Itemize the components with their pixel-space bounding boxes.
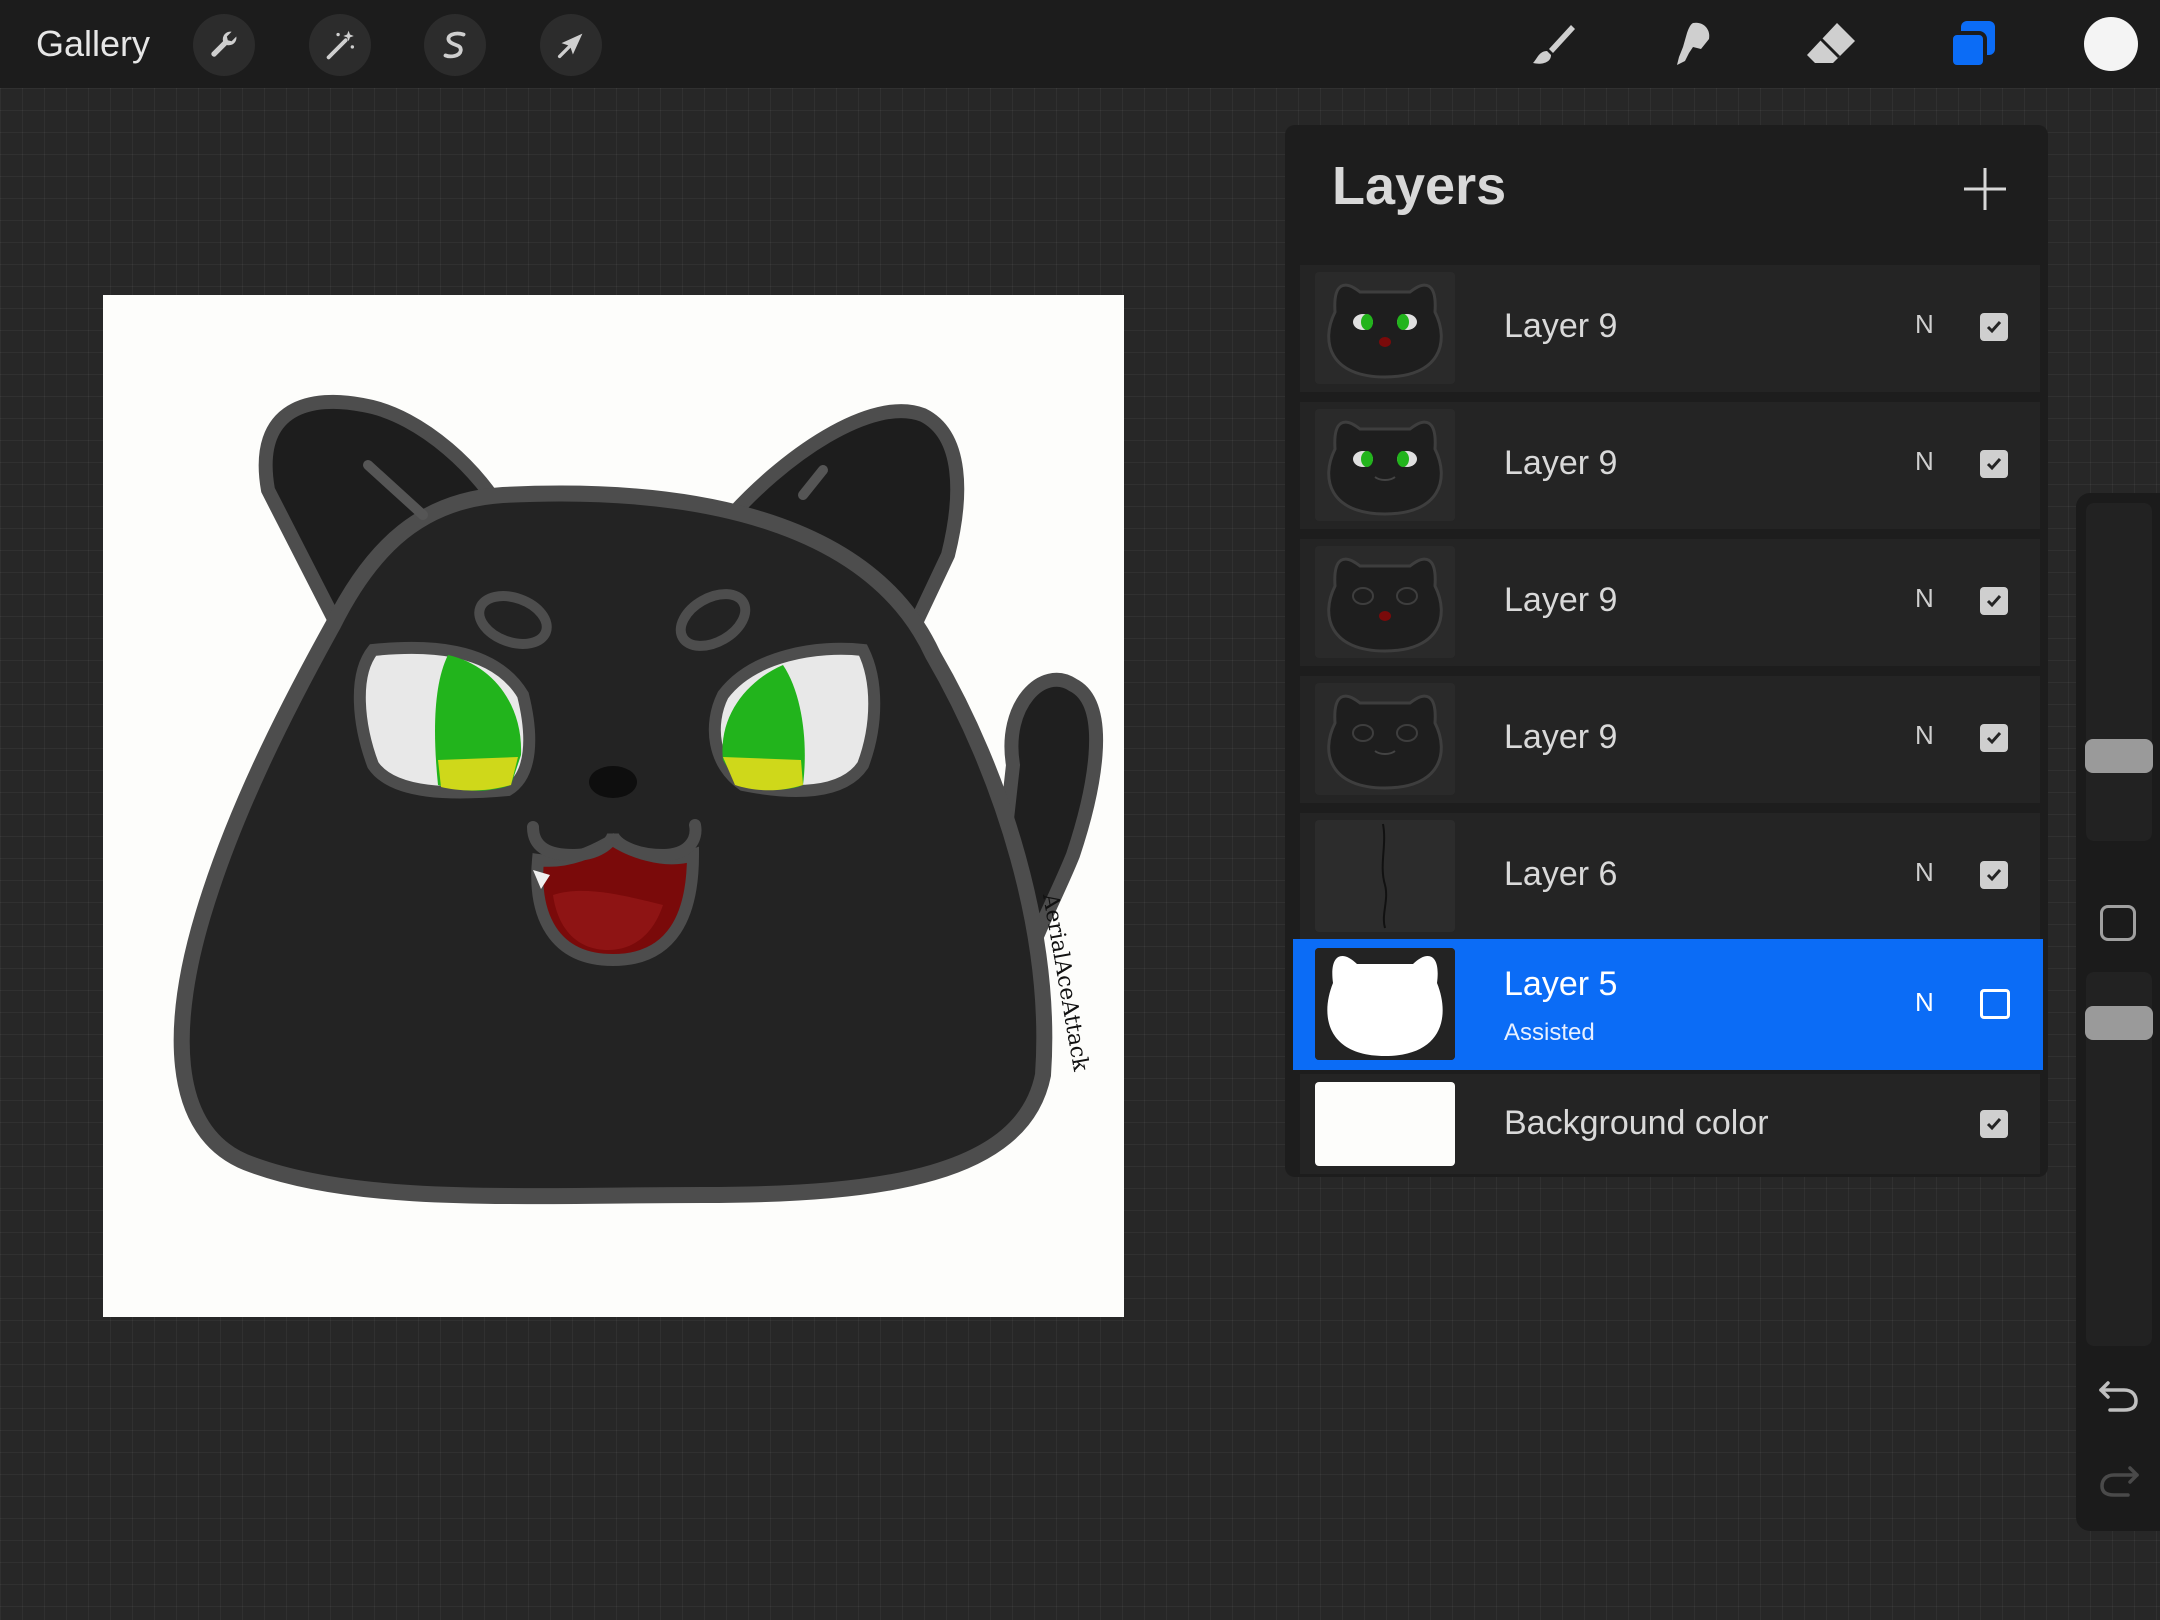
layer-row[interactable]: Layer 6 N (1300, 813, 2040, 940)
layer-thumbnail (1315, 409, 1455, 521)
layer-name: Layer 9 (1504, 581, 1618, 619)
transform-button[interactable] (540, 14, 602, 76)
smudge-button[interactable] (1658, 12, 1724, 78)
layer-subtitle: Assisted (1504, 1019, 1595, 1046)
layer-thumbnail (1315, 820, 1455, 932)
layer-name: Layer 9 (1504, 718, 1618, 756)
check-icon (1986, 732, 2002, 745)
layer-name: Background color (1504, 1104, 1769, 1142)
layers-panel: Layers Layer 9 N Layer 9 N Layer 9 N Lay… (1285, 125, 2048, 1177)
layer-thumbnail (1315, 546, 1455, 658)
blend-mode-button[interactable]: N (1915, 857, 1934, 888)
visibility-checkbox[interactable] (1980, 313, 2008, 341)
adjustments-button[interactable] (309, 14, 371, 76)
eraser-icon (1807, 23, 1855, 63)
check-icon (1986, 458, 2002, 471)
visibility-checkbox[interactable] (1980, 1110, 2008, 1138)
opacity-knob[interactable] (2085, 1006, 2153, 1040)
arrow-cursor-icon (557, 33, 583, 59)
layer-thumbnail (1315, 683, 1455, 795)
check-icon (1986, 1118, 2002, 1131)
top-toolbar: Gallery (0, 0, 2160, 88)
redo-icon[interactable] (2096, 1460, 2142, 1500)
layer-row[interactable]: Layer 9 N (1300, 265, 2040, 392)
eraser-button[interactable] (1798, 12, 1864, 78)
background-thumbnail (1315, 1082, 1455, 1166)
selection-button[interactable] (424, 14, 486, 76)
visibility-checkbox[interactable] (1980, 587, 2008, 615)
blend-mode-button[interactable]: N (1915, 583, 1934, 614)
brush-button[interactable] (1520, 12, 1586, 78)
layer-thumbnail (1315, 272, 1455, 384)
actions-button[interactable] (193, 14, 255, 76)
layers-title: Layers (1332, 156, 1507, 216)
brush-icon (1533, 25, 1575, 64)
undo-icon[interactable] (2096, 1375, 2142, 1415)
blend-mode-button[interactable]: N (1915, 987, 1934, 1018)
brush-size-slider[interactable] (2086, 503, 2152, 841)
modify-button[interactable] (2100, 905, 2136, 941)
artwork-canvas[interactable]: AerialAceAttack (103, 295, 1124, 1317)
layer-name: Layer 9 (1504, 307, 1618, 345)
blend-mode-button[interactable]: N (1915, 309, 1934, 340)
blend-mode-button[interactable]: N (1915, 446, 1934, 477)
layer-name: Layer 5 (1504, 965, 1618, 1003)
layer-name: Layer 9 (1504, 444, 1618, 482)
layer-row[interactable]: Layer 9 N (1300, 676, 2040, 803)
plus-icon[interactable] (1958, 162, 2012, 216)
wrench-icon (211, 31, 237, 57)
visibility-checkbox[interactable] (1980, 989, 2010, 1019)
color-picker-button[interactable] (2084, 17, 2138, 71)
magic-wand-icon (326, 30, 355, 60)
check-icon (1986, 869, 2002, 882)
drawing-area[interactable]: Gallery AerialAceAttack Layers Layer 9 N… (0, 0, 2160, 1620)
layers-icon (1949, 21, 1995, 69)
blend-mode-button[interactable]: N (1915, 720, 1934, 751)
layer-thumbnail (1315, 948, 1455, 1060)
layer-row[interactable]: Layer 9 N (1300, 539, 2040, 666)
visibility-checkbox[interactable] (1980, 450, 2008, 478)
smudge-finger-icon (1677, 22, 1710, 65)
layers-button[interactable] (1940, 12, 2006, 78)
layer-row-selected[interactable]: Layer 5 Assisted N (1293, 939, 2043, 1070)
layer-name: Layer 6 (1504, 855, 1618, 893)
selection-s-icon (443, 31, 466, 59)
layer-row[interactable]: Layer 9 N (1300, 402, 2040, 529)
cat-artwork: AerialAceAttack (173, 394, 1104, 1205)
visibility-checkbox[interactable] (1980, 724, 2008, 752)
check-icon (1986, 321, 2002, 334)
gallery-button[interactable]: Gallery (36, 20, 150, 68)
visibility-checkbox[interactable] (1980, 861, 2008, 889)
brush-size-knob[interactable] (2085, 739, 2153, 773)
layer-row-background[interactable]: Background color (1300, 1074, 2040, 1174)
check-icon (1986, 595, 2002, 608)
